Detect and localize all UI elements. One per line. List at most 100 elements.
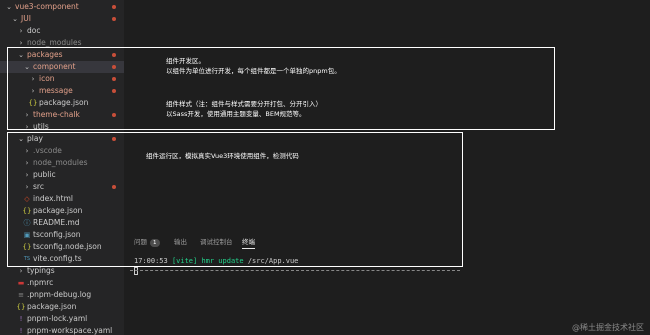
- tab-problems[interactable]: 问题 1: [134, 236, 160, 247]
- yaml-icon: !: [19, 327, 23, 335]
- git-modified-dot: [112, 77, 116, 81]
- tree-item-label: README.md: [33, 218, 80, 227]
- chevron-down-icon: ⌄: [18, 135, 24, 143]
- tree-item[interactable]: › doc: [0, 25, 124, 37]
- tree-item-label: .npmrc: [27, 278, 54, 287]
- chevron-down-icon: ⌄: [12, 15, 18, 23]
- npm-icon: ▬: [17, 279, 25, 287]
- git-modified-dot: [112, 53, 116, 57]
- chevron-down-icon: ⌄: [18, 51, 24, 59]
- chevron-right-icon: ›: [25, 171, 29, 179]
- tree-item[interactable]: › typings: [0, 265, 124, 277]
- tree-item[interactable]: ▣ tsconfig.json: [0, 229, 124, 241]
- tree-item[interactable]: ! pnpm-lock.yaml: [0, 313, 124, 325]
- terminal-vite-tag: [vite]: [171, 257, 198, 265]
- tree-item[interactable]: ⌄ component: [0, 61, 124, 73]
- tab-debug-console[interactable]: 调试控制台: [200, 236, 233, 246]
- tree-item-label: theme-chalk: [33, 110, 80, 119]
- tree-item-label: public: [33, 170, 56, 179]
- info-icon: ⓘ: [23, 219, 31, 227]
- tree-item-label: index.html: [33, 194, 73, 203]
- tree-item-label: icon: [39, 74, 55, 83]
- json-icon: {}: [28, 99, 38, 107]
- chevron-right-icon: ›: [19, 39, 23, 47]
- tree-item-label: tsconfig.json: [33, 230, 81, 239]
- chevron-down-icon: ⌄: [6, 3, 12, 11]
- tree-item[interactable]: › utils: [0, 121, 124, 133]
- tree-item[interactable]: › message: [0, 85, 124, 97]
- tree-item[interactable]: {} package.json: [0, 301, 124, 313]
- git-modified-dot: [112, 17, 116, 21]
- tree-item-label: pnpm-lock.yaml: [27, 314, 88, 323]
- tree-item-label: vue3-component: [15, 2, 79, 11]
- tree-item-label: .pnpm-debug.log: [27, 290, 92, 299]
- tree-item[interactable]: {} package.json: [0, 205, 124, 217]
- play-note: 组件运行区，模拟真实Vue3环境使用组件，检测代码: [146, 152, 299, 160]
- tree-item[interactable]: ! pnpm-workspace.yaml: [0, 325, 124, 335]
- tree-item-label: tsconfig.node.json: [33, 242, 102, 251]
- divider: [130, 270, 460, 271]
- json-icon: {}: [22, 243, 32, 251]
- git-modified-dot: [112, 113, 116, 117]
- tree-item[interactable]: ⌄ play: [0, 133, 124, 145]
- tree-item-label: package.json: [39, 98, 89, 107]
- chevron-right-icon: ›: [31, 87, 35, 95]
- tree-item-label: utils: [33, 122, 49, 131]
- tree-item-label: doc: [27, 26, 41, 35]
- packages-note-line-2: 以组件为单位进行开发，每个组件都是一个单独的pnpm包。: [166, 67, 341, 75]
- tree-item-label: .vscode: [33, 146, 62, 155]
- chevron-right-icon: ›: [25, 111, 29, 119]
- tree-item[interactable]: › theme-chalk: [0, 109, 124, 121]
- tree-item[interactable]: › .vscode: [0, 145, 124, 157]
- chevron-right-icon: ›: [31, 75, 35, 83]
- json-icon: {}: [22, 207, 32, 215]
- chevron-right-icon: ›: [25, 159, 29, 167]
- chevron-right-icon: ›: [25, 123, 29, 131]
- log-icon: ≡: [18, 291, 24, 299]
- tree-item-label: typings: [27, 266, 55, 275]
- git-modified-dot: [112, 137, 116, 141]
- style-note-line-2: 以Sass开发，使用通用主题变量、BEM规范等。: [166, 110, 306, 118]
- tab-output[interactable]: 输出: [174, 236, 187, 246]
- tree-item[interactable]: › node_modules: [0, 37, 124, 49]
- tree-item-label: packages: [27, 50, 63, 59]
- tree-item-label: JUI: [21, 14, 31, 23]
- problems-count-badge: 1: [150, 239, 160, 247]
- json-icon: {}: [16, 303, 26, 311]
- style-note-line-1: 组件样式（注：组件与样式需要分开打包、分开引入）: [166, 100, 322, 108]
- file-explorer: ⌄ vue3-component ⌄ JUI › doc › node_modules ⌄ pac…: [0, 0, 124, 335]
- chevron-right-icon: ›: [19, 27, 23, 35]
- yaml-icon: !: [19, 315, 23, 323]
- packages-note-line-1: 组件开发区。: [166, 57, 205, 65]
- tree-item[interactable]: ≡ .pnpm-debug.log: [0, 289, 124, 301]
- tree-item[interactable]: › src: [0, 181, 124, 193]
- terminal-cursor: [134, 267, 138, 275]
- chevron-right-icon: ›: [25, 147, 29, 155]
- tree-item[interactable]: › icon: [0, 73, 124, 85]
- watermark: @稀土掘金技术社区: [572, 323, 644, 332]
- terminal-output[interactable]: 17:00:53 [vite] hmr update /src/App.vue: [134, 256, 298, 266]
- tree-item-label: package.json: [33, 206, 83, 215]
- git-modified-dot: [112, 5, 116, 9]
- tree-item[interactable]: {} package.json: [0, 97, 124, 109]
- tree-item[interactable]: ⌄ packages: [0, 49, 124, 61]
- tree-item[interactable]: ◇ index.html: [0, 193, 124, 205]
- tree-item-label: play: [27, 134, 43, 143]
- git-modified-dot: [112, 65, 116, 69]
- tree-item[interactable]: › node_modules: [0, 157, 124, 169]
- tree-item-label: message: [39, 86, 73, 95]
- terminal-path: /src/App.vue: [247, 257, 299, 265]
- tree-item[interactable]: {} tsconfig.node.json: [0, 241, 124, 253]
- tree-item[interactable]: › public: [0, 169, 124, 181]
- tree-item[interactable]: ⌄ vue3-component: [0, 1, 124, 13]
- tree-item[interactable]: TS vite.config.ts: [0, 253, 124, 265]
- ts-icon: TS: [23, 256, 31, 262]
- git-modified-dot: [112, 89, 116, 93]
- tree-item[interactable]: ⓘ README.md: [0, 217, 124, 229]
- tree-item[interactable]: ⌄ JUI: [0, 13, 124, 25]
- terminal-event: hmr update: [201, 257, 244, 265]
- tree-item[interactable]: ▬ .npmrc: [0, 277, 124, 289]
- tab-terminal[interactable]: 终端: [242, 236, 255, 249]
- tsconfig-icon: ▣: [23, 231, 31, 239]
- editor-area: 组件开发区。 以组件为单位进行开发，每个组件都是一个单独的pnpm包。 组件样式…: [124, 0, 650, 335]
